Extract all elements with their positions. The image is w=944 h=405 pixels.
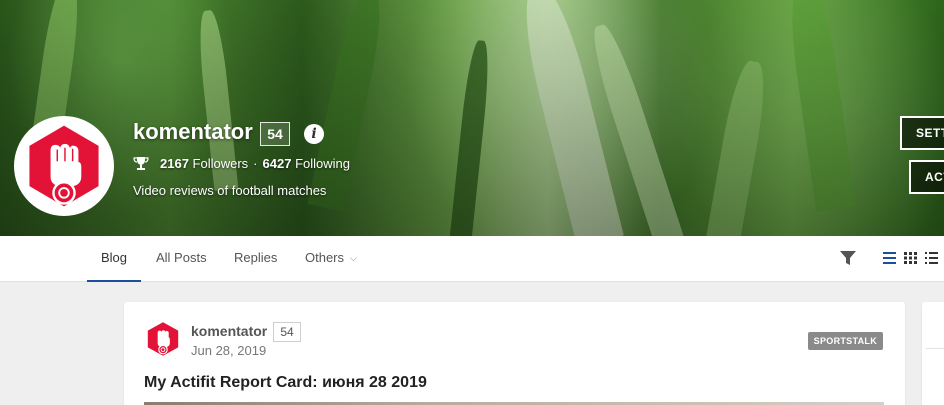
cover-shade	[0, 0, 944, 236]
reputation-badge: 54	[260, 122, 290, 146]
chevron-down-icon: ⌵	[350, 253, 357, 263]
followers-label: Followers	[192, 155, 249, 171]
following-link[interactable]: 6427 Following	[263, 156, 350, 171]
following-label: Following	[295, 155, 350, 171]
post-date: Jun 28, 2019	[191, 343, 267, 358]
profile-tabbar: Blog All Posts Replies Others ⌵	[0, 236, 944, 282]
compact-view-icon[interactable]	[925, 252, 938, 264]
tab-others[interactable]: Others ⌵	[305, 236, 357, 282]
profile-about: Video reviews of football matches	[133, 183, 327, 198]
profile-avatar[interactable]	[14, 116, 114, 216]
post-author-reputation: 54	[273, 322, 301, 342]
filter-icon[interactable]	[840, 251, 856, 265]
trophy-icon	[133, 157, 149, 170]
followers-link[interactable]: 2167 Followers	[160, 156, 248, 171]
fist-logo-icon	[16, 118, 112, 214]
grid-view-icon[interactable]	[904, 252, 917, 264]
author-avatar[interactable]	[144, 320, 182, 358]
follow-stats: 2167 Followers · 6427 Following	[133, 155, 350, 171]
divider	[926, 348, 944, 349]
post-tag[interactable]: SPORTSTALK	[807, 332, 883, 350]
profile-cover	[0, 0, 944, 236]
side-panel	[922, 302, 944, 405]
tab-blog[interactable]: Blog	[87, 236, 142, 282]
profile-name: komentator	[133, 119, 253, 144]
post-author[interactable]: komentator	[191, 323, 267, 339]
tab-replies[interactable]: Replies	[234, 236, 277, 282]
post-title[interactable]: My Actifit Report Card: июня 28 2019	[144, 374, 427, 392]
settings-button[interactable]: SETT	[900, 116, 944, 150]
post-card: komentator 54 Jun 28, 2019 SPORTSTALK My…	[124, 302, 905, 405]
tab-others-label: Others	[305, 250, 345, 265]
stats-separator: ·	[253, 155, 258, 171]
list-view-icon[interactable]	[883, 252, 896, 264]
following-count: 6427	[262, 155, 292, 171]
info-icon[interactable]: i	[304, 124, 324, 144]
tab-all-posts[interactable]: All Posts	[156, 236, 207, 282]
activity-button[interactable]: ACT	[909, 160, 944, 194]
followers-count: 2167	[160, 155, 189, 171]
